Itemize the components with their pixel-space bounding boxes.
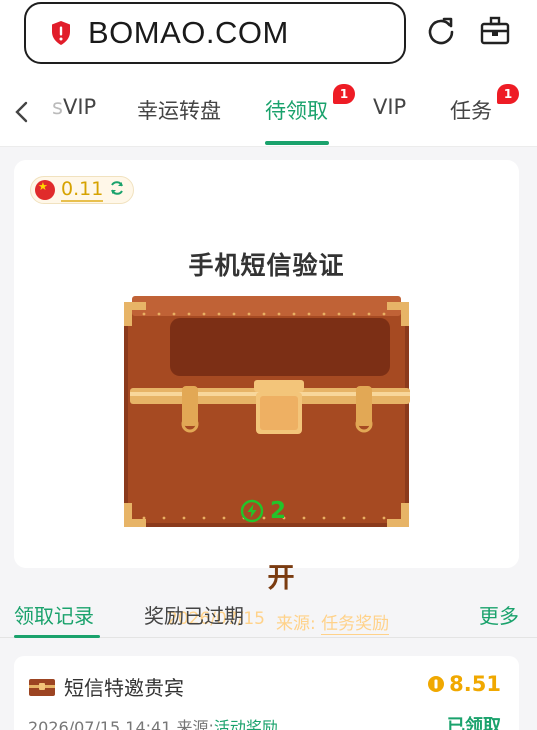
- open-count-value: 2: [270, 498, 287, 524]
- record-amount-value: 8.51: [449, 672, 501, 696]
- open-chest-button[interactable]: 开: [258, 554, 304, 596]
- coin-icon: [428, 676, 445, 692]
- record-amount: 8.51: [427, 672, 501, 696]
- gift-box-icon[interactable]: [478, 14, 512, 48]
- address-bar[interactable]: BOMAO.COM: [24, 2, 406, 64]
- url-text: BOMAO.COM: [88, 15, 289, 50]
- record-source-link[interactable]: 活动奖励: [214, 718, 278, 730]
- record-tabs: 领取记录 奖励已过期 更多: [0, 592, 537, 638]
- record-time: 2026/07/15 14:41 来源:活动奖励: [28, 714, 278, 730]
- tab-pending[interactable]: 待领取: [265, 95, 328, 125]
- tab-active-indicator: [265, 141, 329, 145]
- card-title: 手机短信验证: [188, 251, 345, 280]
- browser-toolbar: BOMAO.COM: [0, 0, 537, 73]
- treasure-chest[interactable]: [114, 296, 419, 532]
- tab-tasks-badge: 1: [497, 84, 519, 104]
- balance-value: 0.11: [61, 178, 104, 202]
- record-row[interactable]: 短信特邀贵宾 8.51 2026/07/15 14:41 来源:活动奖励 已领取: [14, 656, 519, 730]
- refresh-icon[interactable]: [109, 180, 125, 200]
- chevron-left-icon[interactable]: [14, 101, 30, 127]
- record-title: 短信特邀贵宾: [64, 676, 184, 700]
- record-status: 已领取: [447, 716, 501, 730]
- open-count: 2: [240, 498, 286, 524]
- tab-lucky-wheel[interactable]: 幸运转盘: [137, 95, 221, 125]
- chest-icon: [28, 677, 56, 701]
- tab-expired-rewards[interactable]: 奖励已过期: [144, 600, 244, 629]
- shield-icon: [48, 20, 74, 46]
- reward-card: ★ 0.11 手机短信验证 2 开 2026/07/15 来源: 任务奖励: [14, 160, 519, 635]
- reload-icon[interactable]: [424, 14, 458, 48]
- china-flag-icon: ★: [35, 180, 55, 200]
- balance-pill[interactable]: ★ 0.11: [30, 176, 135, 204]
- record-tab-indicator: [14, 635, 100, 638]
- tab-vip-partial[interactable]: sVIP: [52, 95, 96, 119]
- tab-vip[interactable]: VIP: [373, 95, 406, 119]
- tab-tasks[interactable]: 任务: [450, 95, 492, 125]
- tab-claim-records[interactable]: 领取记录: [14, 600, 94, 629]
- category-tabs: sVIP 幸运转盘 待领取 1 VIP 任务 1: [0, 73, 537, 147]
- energy-icon: [240, 499, 264, 523]
- tab-pending-badge: 1: [333, 84, 355, 104]
- more-link[interactable]: 更多: [479, 600, 519, 629]
